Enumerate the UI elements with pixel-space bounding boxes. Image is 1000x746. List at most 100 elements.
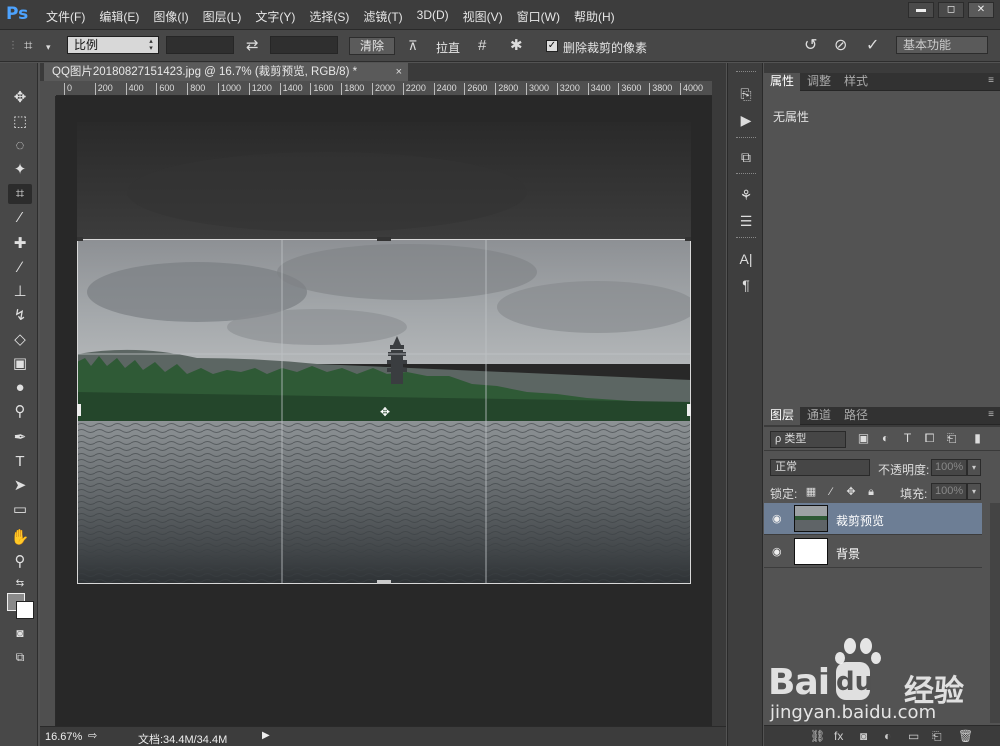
panel-menu-icon[interactable]: ≡ <box>988 409 994 420</box>
add-mask-icon[interactable]: ◙ <box>860 729 867 743</box>
new-group-icon[interactable]: ▭ <box>908 729 919 743</box>
crop-tool-preset-icon[interactable]: ⌗ <box>24 38 32 53</box>
minimize-button[interactable]: ▬ <box>908 2 934 18</box>
eyedropper-tool-icon[interactable]: ⁄ <box>8 208 32 228</box>
maximize-button[interactable]: ◻ <box>938 2 964 18</box>
menu-image[interactable]: 图像(I) <box>153 8 188 25</box>
layer-row-background[interactable]: ◉ 背景 <box>764 536 982 568</box>
menu-filter[interactable]: 滤镜(T) <box>363 8 402 25</box>
menu-layer[interactable]: 图层(L) <box>203 8 242 25</box>
adjustment-filter-icon[interactable]: ◐ <box>878 431 893 446</box>
cancel-icon[interactable]: ⊘ <box>834 38 847 54</box>
pen-tool-icon[interactable]: ✒ <box>8 428 32 448</box>
character-panel-icon[interactable]: A| <box>735 249 757 269</box>
paragraph-panel-icon[interactable]: ¶ <box>735 275 757 295</box>
workspace-select[interactable]: 基本功能 <box>896 36 988 54</box>
eraser-tool-icon[interactable]: ◇ <box>8 330 32 350</box>
magic-wand-tool-icon[interactable]: ✦ <box>8 160 32 180</box>
tab-layers[interactable]: 图层 <box>764 407 801 425</box>
menu-type[interactable]: 文字(Y) <box>255 8 295 25</box>
grid-overlay-icon[interactable]: # <box>478 38 486 53</box>
brush-panel-icon[interactable]: ☰ <box>735 211 757 231</box>
ratio-select[interactable]: 比例 <box>67 36 159 54</box>
lock-transparent-icon[interactable]: ▦ <box>804 485 818 499</box>
quick-mask-icon[interactable]: ◙ <box>8 623 32 643</box>
actions-panel-icon[interactable]: ▶ <box>735 110 757 130</box>
swap-colors-icon[interactable]: ⇆ <box>8 574 32 594</box>
reset-icon[interactable]: ↺ <box>804 38 817 54</box>
blend-mode-select[interactable]: 正常 <box>770 459 870 476</box>
menu-select[interactable]: 选择(S) <box>309 8 349 25</box>
status-menu-arrow-icon[interactable]: ▶ <box>262 730 270 741</box>
type-tool-icon[interactable]: T <box>8 452 32 472</box>
menu-file[interactable]: 文件(F) <box>46 8 85 25</box>
screen-mode-icon[interactable]: ⧉ <box>8 647 32 667</box>
visibility-eye-icon[interactable]: ◉ <box>772 512 782 525</box>
panel-menu-icon[interactable]: ≡ <box>988 75 994 86</box>
chevron-down-icon[interactable]: ▾ <box>46 40 51 55</box>
gear-icon[interactable]: ✱ <box>510 38 523 53</box>
fill-field[interactable]: 100% <box>931 483 967 500</box>
link-layers-icon[interactable]: ⛓ <box>810 729 825 743</box>
document-close-icon[interactable]: × <box>396 63 402 81</box>
lock-all-icon[interactable]: 🔒︎ <box>864 485 878 499</box>
filter-toggle-icon[interactable]: ▮ <box>970 431 985 446</box>
layer-kind-filter[interactable]: ρ 类型 <box>770 431 846 448</box>
layer-name[interactable]: 裁剪预览 <box>836 512 884 529</box>
menu-view[interactable]: 视图(V) <box>463 8 503 25</box>
opacity-field[interactable]: 100% <box>931 459 967 476</box>
healing-brush-tool-icon[interactable]: ✚ <box>8 234 32 254</box>
new-layer-icon[interactable]: ⎗ <box>932 729 942 744</box>
zoom-level[interactable]: 16.67% <box>45 731 82 743</box>
clone-stamp-tool-icon[interactable]: ⊥ <box>8 282 32 302</box>
brush-tool-icon[interactable]: ∕ <box>8 258 32 278</box>
crop-preview-image[interactable]: ✥ <box>77 122 691 584</box>
straighten-label[interactable]: 拉直 <box>436 39 460 56</box>
lock-paint-icon[interactable]: ∕ <box>824 485 838 499</box>
tab-styles[interactable]: 样式 <box>838 73 874 91</box>
clone-source-panel-icon[interactable]: ⧉ <box>735 147 757 167</box>
history-panel-icon[interactable]: ⎘ <box>735 84 757 104</box>
blur-tool-icon[interactable]: ● <box>8 378 32 398</box>
vertical-scrollbar[interactable] <box>712 81 726 726</box>
adjustment-layer-icon[interactable]: ◐ <box>884 729 891 743</box>
smart-object-filter-icon[interactable]: ⎗ <box>944 431 959 446</box>
opacity-dropdown-icon[interactable]: ▾ <box>967 459 981 476</box>
clear-button[interactable]: 清除 <box>349 37 395 55</box>
lasso-tool-icon[interactable]: ◌ <box>8 136 32 156</box>
dodge-tool-icon[interactable]: ⚲ <box>8 402 32 422</box>
layers-scrollbar[interactable] <box>990 503 1000 723</box>
delete-layer-icon[interactable]: 🗑︎ <box>958 729 973 743</box>
document-tab[interactable]: QQ图片20180827151423.jpg @ 16.7% (裁剪预览, RG… <box>44 63 408 81</box>
menu-window[interactable]: 窗口(W) <box>517 8 560 25</box>
gradient-tool-icon[interactable]: ▣ <box>8 354 32 374</box>
brush-presets-panel-icon[interactable]: ⚘ <box>735 185 757 205</box>
tab-paths[interactable]: 路径 <box>838 407 874 425</box>
menu-help[interactable]: 帮助(H) <box>574 8 615 25</box>
width-field[interactable] <box>166 36 234 54</box>
tab-properties[interactable]: 属性 <box>764 73 801 91</box>
zoom-tool-icon[interactable]: ⚲ <box>8 552 32 572</box>
history-brush-tool-icon[interactable]: ↯ <box>8 306 32 326</box>
straighten-icon[interactable]: ⊼ <box>408 38 418 53</box>
share-icon[interactable]: ⇨ <box>88 729 97 742</box>
shape-filter-icon[interactable]: ⧠ <box>922 431 937 446</box>
lock-position-icon[interactable]: ✥ <box>844 485 858 499</box>
delete-cropped-checkbox[interactable]: ✓ <box>546 40 558 52</box>
height-field[interactable] <box>270 36 338 54</box>
commit-check-icon[interactable]: ✓ <box>866 38 879 54</box>
background-color-swatch[interactable] <box>16 601 34 619</box>
tab-channels[interactable]: 通道 <box>801 407 837 425</box>
menu-edit[interactable]: 编辑(E) <box>99 8 139 25</box>
layer-style-icon[interactable]: fx <box>834 729 843 743</box>
close-button[interactable]: ✕ <box>968 2 994 18</box>
hand-tool-icon[interactable]: ✋ <box>8 528 32 548</box>
type-filter-icon[interactable]: T <box>900 431 915 446</box>
move-tool-icon[interactable]: ✥ <box>8 88 32 108</box>
swap-icon[interactable]: ⇄ <box>246 38 259 53</box>
visibility-eye-icon[interactable]: ◉ <box>772 545 782 558</box>
marquee-tool-icon[interactable]: ⬚ <box>8 112 32 132</box>
crop-tool-icon[interactable]: ⌗ <box>8 184 32 204</box>
tab-adjustments[interactable]: 调整 <box>801 73 837 91</box>
menu-3d[interactable]: 3D(D) <box>417 8 449 25</box>
